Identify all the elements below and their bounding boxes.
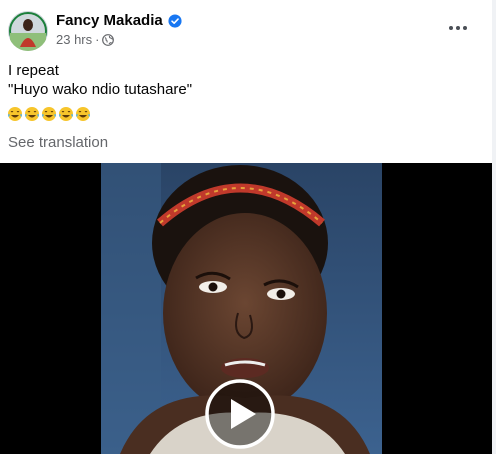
verified-badge-icon	[168, 13, 182, 28]
laughing-tears-emoji-icon	[76, 107, 90, 121]
laughing-tears-emoji-icon	[25, 107, 39, 121]
post-meta: 23 hrs ·	[56, 32, 115, 47]
see-translation-link[interactable]: See translation	[8, 134, 108, 151]
laughing-tears-emoji-icon	[59, 107, 73, 121]
laughing-tears-emoji-icon	[42, 107, 56, 121]
more-dot	[456, 26, 460, 30]
author-avatar[interactable]	[8, 11, 48, 51]
video-frame	[0, 163, 492, 454]
post-text-line-1: I repeat	[8, 62, 59, 79]
laughing-tears-emoji-icon	[8, 107, 22, 121]
globe-icon	[102, 33, 115, 46]
meta-separator: ·	[95, 32, 100, 47]
post-timestamp[interactable]: 23 hrs	[56, 32, 92, 47]
emoji-row	[7, 106, 91, 122]
author-name-row: Fancy Makadia	[56, 12, 182, 29]
post-card: Fancy Makadia 23 hrs · I repeat "Huyo wa…	[0, 0, 496, 454]
more-options-icon	[449, 26, 453, 30]
more-dot	[463, 26, 467, 30]
video-player[interactable]	[0, 163, 492, 454]
more-options-button[interactable]	[444, 18, 472, 38]
play-button[interactable]	[205, 379, 275, 449]
page-scroll-edge	[492, 0, 496, 454]
post-text-line-2: "Huyo wako ndio tutashare"	[8, 81, 193, 98]
author-name[interactable]: Fancy Makadia	[56, 12, 163, 29]
